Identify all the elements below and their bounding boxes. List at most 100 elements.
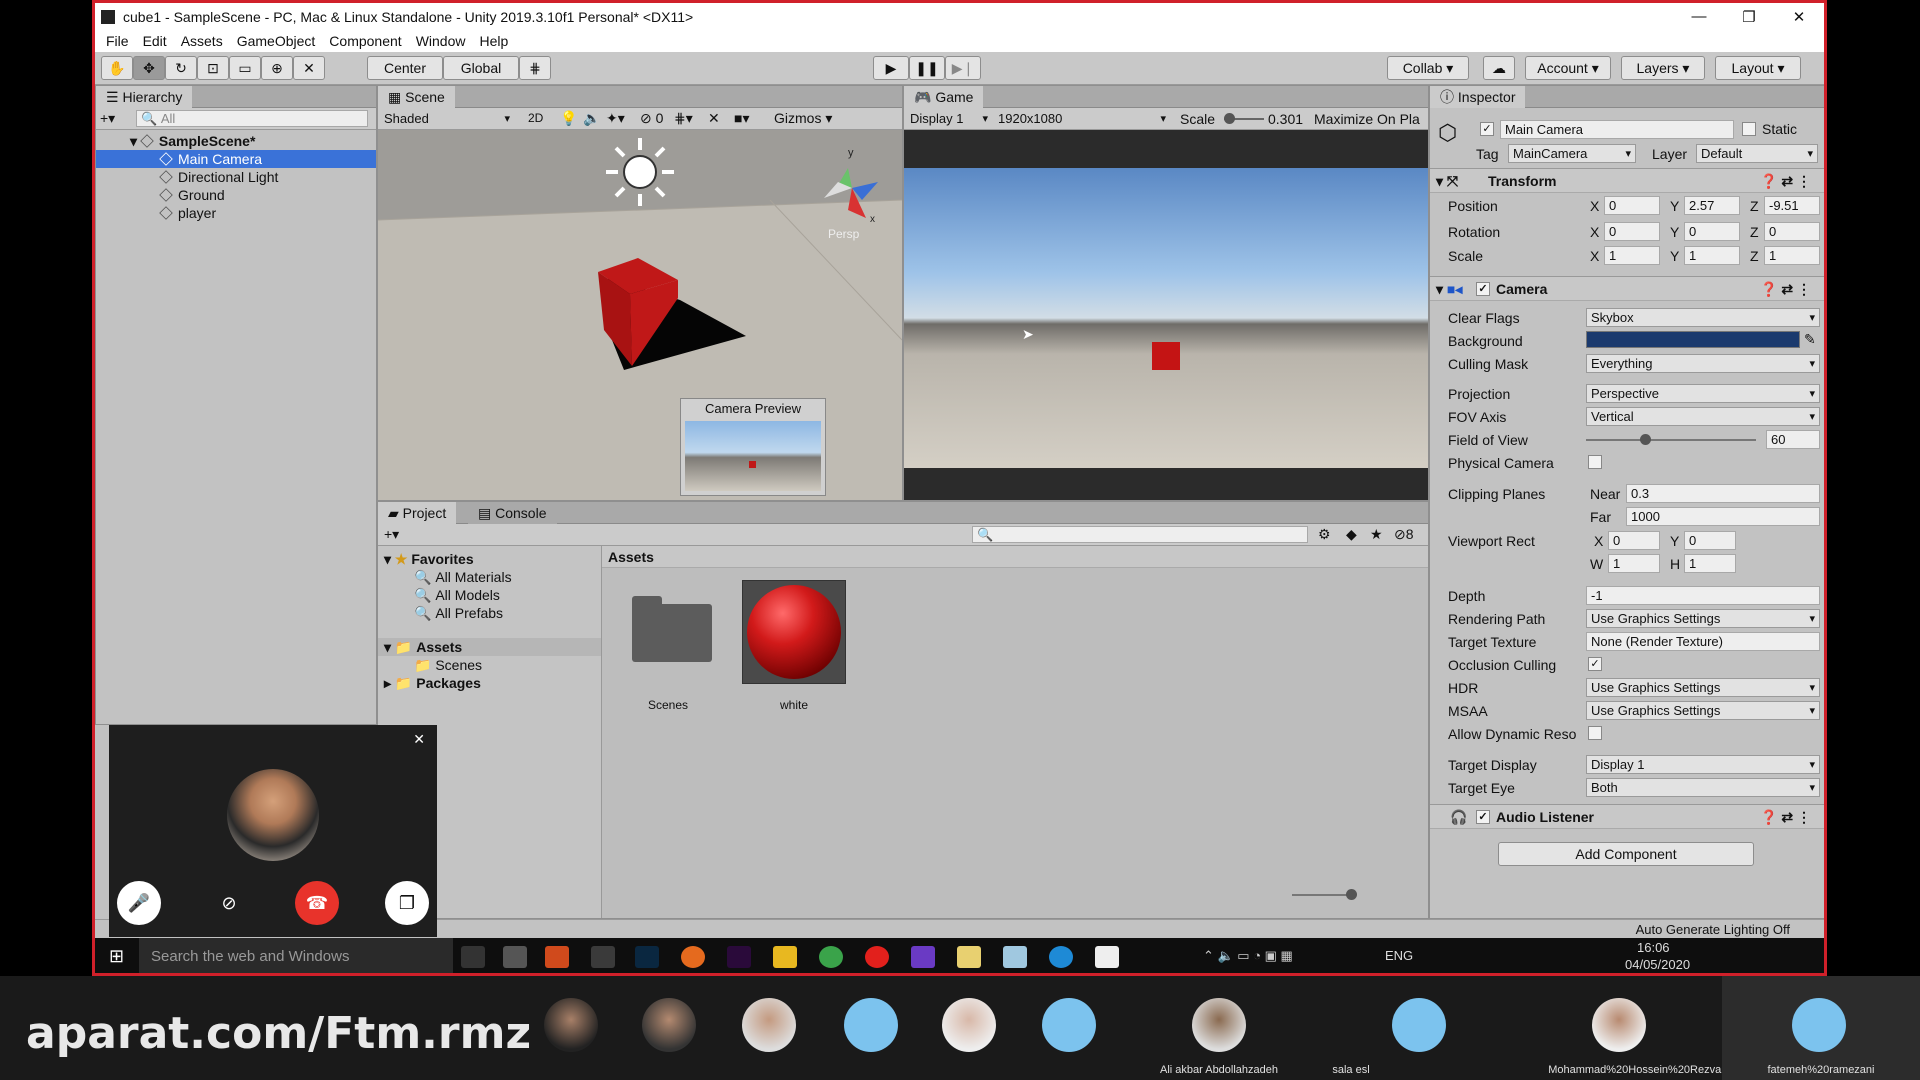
target-eye-dropdown[interactable]: Both — [1586, 778, 1820, 797]
culling-mask-dropdown[interactable]: Everything — [1586, 354, 1820, 373]
hang-up-icon[interactable]: ☎ — [295, 881, 339, 925]
chrome-icon[interactable] — [819, 946, 843, 968]
object-name-input[interactable]: Main Camera — [1500, 120, 1734, 139]
account-dropdown[interactable]: Account ▾ — [1525, 56, 1611, 80]
depth-input[interactable]: -1 — [1586, 586, 1820, 605]
firefox-icon[interactable] — [681, 946, 705, 968]
pause-button[interactable]: ❚❚ — [909, 56, 945, 80]
game-viewport[interactable]: ➤ — [904, 130, 1428, 500]
project-search-input[interactable]: 🔍 — [972, 526, 1308, 543]
tab-inspector[interactable]: ⓘ Inspector — [1430, 86, 1526, 108]
dynamic-res-checkbox[interactable] — [1588, 726, 1602, 740]
hierarchy-item-ground[interactable]: Ground — [96, 186, 376, 204]
tab-project[interactable]: ▰ Project — [378, 502, 457, 524]
participant-avatar[interactable] — [1392, 998, 1446, 1052]
close-call-window-icon[interactable]: ✕ — [413, 731, 425, 748]
shading-mode-dropdown[interactable]: Shaded — [380, 109, 514, 128]
unity-taskbar-icon[interactable] — [591, 946, 615, 968]
position-x-input[interactable]: 0 — [1604, 196, 1660, 215]
tree-scenes[interactable]: 📁 Scenes — [378, 656, 601, 674]
custom-tool-icon[interactable]: ✕ — [293, 56, 325, 80]
hierarchy-item-directional-light[interactable]: Directional Light — [96, 168, 376, 186]
fov-input[interactable]: 60 — [1766, 430, 1820, 449]
scale-slider-handle[interactable] — [1224, 113, 1235, 124]
microphone-icon[interactable]: 🎤 — [117, 881, 161, 925]
rotate-tool-icon[interactable]: ↻ — [165, 56, 197, 80]
minimize-button[interactable]: — — [1674, 3, 1724, 30]
tab-scene[interactable]: ▦ Scene — [378, 86, 455, 108]
scale-x-input[interactable]: 1 — [1604, 246, 1660, 265]
clock-time[interactable]: 16:06 — [1637, 940, 1670, 955]
menu-file[interactable]: File — [106, 33, 129, 49]
menu-component[interactable]: Component — [329, 33, 401, 49]
rotation-x-input[interactable]: 0 — [1604, 222, 1660, 241]
fov-axis-dropdown[interactable]: Vertical — [1586, 407, 1820, 426]
tag-dropdown[interactable]: MainCamera — [1508, 144, 1636, 163]
play-button[interactable]: ▶ — [873, 56, 909, 80]
visual-studio-icon[interactable] — [911, 946, 935, 968]
hdr-dropdown[interactable]: Use Graphics Settings — [1586, 678, 1820, 697]
sticky-notes-icon[interactable] — [957, 946, 981, 968]
rect-tool-icon[interactable]: ▭ — [229, 56, 261, 80]
resolution-dropdown[interactable]: 1920x1080 — [994, 109, 1170, 128]
scale-z-input[interactable]: 1 — [1764, 246, 1820, 265]
language-indicator[interactable]: ENG — [1385, 948, 1413, 963]
viewport-h-input[interactable]: 1 — [1684, 554, 1736, 573]
effects-icon[interactable]: ✦▾ — [606, 110, 625, 127]
audio-listener-header[interactable]: 🎧 ✓ Audio Listener ❓ ⇄ ⋮ — [1430, 804, 1824, 829]
office-icon[interactable] — [545, 946, 569, 968]
participant-avatar[interactable] — [1792, 998, 1846, 1052]
app-icon[interactable] — [1003, 946, 1027, 968]
msaa-dropdown[interactable]: Use Graphics Settings — [1586, 701, 1820, 720]
viewport-w-input[interactable]: 1 — [1608, 554, 1660, 573]
grid-icon[interactable]: ⋕▾ — [674, 110, 693, 127]
grid-snap-icon[interactable]: ⋕ — [519, 56, 551, 80]
space-global-button[interactable]: Global — [443, 56, 519, 80]
photoshop-icon[interactable] — [635, 946, 659, 968]
menu-assets[interactable]: Assets — [181, 33, 223, 49]
static-checkbox[interactable] — [1742, 122, 1756, 136]
icon-size-handle[interactable] — [1346, 889, 1357, 900]
lighting-icon[interactable]: 💡 — [560, 110, 577, 127]
layers-dropdown[interactable]: Layers ▾ — [1621, 56, 1705, 80]
position-z-input[interactable]: -9.51 — [1764, 196, 1820, 215]
tree-all-materials[interactable]: 🔍 All Materials — [378, 568, 601, 586]
projection-dropdown[interactable]: Perspective — [1586, 384, 1820, 403]
layer-dropdown[interactable]: Default — [1696, 144, 1818, 163]
target-texture-field[interactable]: None (Render Texture) — [1586, 632, 1820, 651]
screen-share-icon[interactable]: ❐ — [385, 881, 429, 925]
scene-root-item[interactable]: ▾ SampleScene* — [96, 132, 376, 150]
audio-enabled-checkbox[interactable]: ✓ — [1476, 810, 1490, 824]
rendering-path-dropdown[interactable]: Use Graphics Settings — [1586, 609, 1820, 628]
menu-gameobject[interactable]: GameObject — [237, 33, 316, 49]
help-icon[interactable]: ❓ ⇄ ⋮ — [1760, 809, 1811, 826]
tab-hierarchy[interactable]: ☰ Hierarchy — [96, 86, 193, 108]
create-asset-icon[interactable]: +▾ — [384, 526, 399, 543]
search-by-type-icon[interactable]: ⚙ — [1318, 526, 1331, 543]
pivot-center-button[interactable]: Center — [367, 56, 443, 80]
toggle-2d-button[interactable]: 2D — [528, 111, 543, 125]
maximize-button[interactable]: ❐ — [1724, 3, 1774, 30]
move-tool-icon[interactable]: ✥ — [133, 56, 165, 80]
menu-help[interactable]: Help — [479, 33, 508, 49]
target-display-dropdown[interactable]: Display 1 — [1586, 755, 1820, 774]
close-window-button[interactable]: ✕ — [1774, 3, 1824, 30]
viewport-x-input[interactable]: 0 — [1608, 531, 1660, 550]
create-plus-icon[interactable]: +▾ — [100, 110, 115, 127]
hidden-packages-counter[interactable]: ⊘8 — [1394, 526, 1414, 543]
occlusion-checkbox[interactable]: ✓ — [1588, 657, 1602, 671]
premiere-icon[interactable] — [727, 946, 751, 968]
camera-header[interactable]: ▾ ■◂ ✓ Camera ❓ ⇄ ⋮ — [1430, 276, 1824, 301]
tree-favorites[interactable]: ▾ ★ Favorites — [378, 550, 601, 568]
tab-game[interactable]: 🎮 Game — [904, 86, 984, 108]
clock-date[interactable]: 04/05/2020 — [1625, 957, 1690, 972]
rotation-z-input[interactable]: 0 — [1764, 222, 1820, 241]
tab-console[interactable]: ▤ Console — [468, 502, 557, 524]
tree-all-prefabs[interactable]: 🔍 All Prefabs — [378, 604, 601, 622]
step-button[interactable]: ▶❘ — [945, 56, 981, 80]
white-material-thumbnail[interactable] — [742, 580, 846, 684]
help-icon[interactable]: ❓ ⇄ ⋮ — [1760, 281, 1811, 298]
asset-breadcrumb[interactable]: Assets — [602, 546, 1428, 568]
display-dropdown[interactable]: Display 1 — [906, 109, 992, 128]
opera-icon[interactable] — [865, 946, 889, 968]
